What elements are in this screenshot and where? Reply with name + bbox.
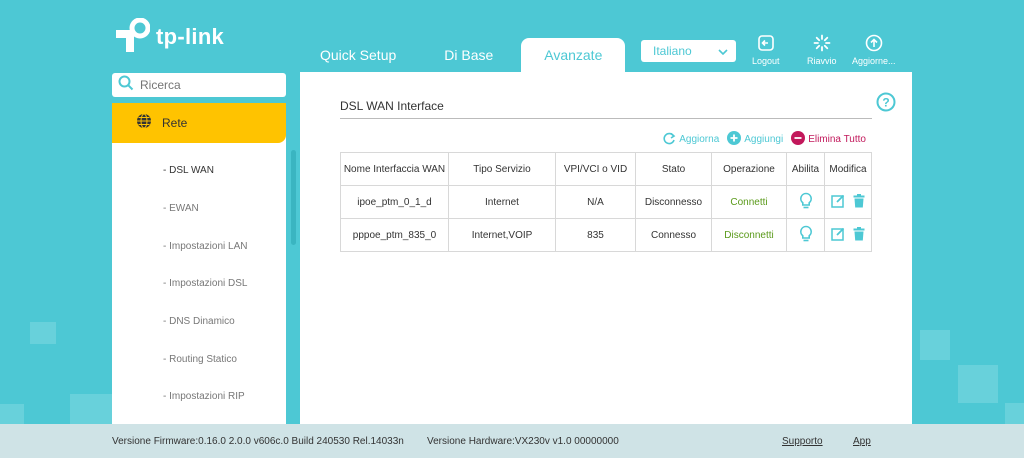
delete-all-button[interactable]: Elimina Tutto xyxy=(791,131,866,148)
enable-cell xyxy=(786,218,825,252)
page-title: DSL WAN Interface xyxy=(340,99,444,113)
minus-circle-icon xyxy=(791,131,808,148)
tp-link-logo-icon xyxy=(112,17,151,56)
modify-cell xyxy=(824,218,872,252)
column-header: Abilita xyxy=(786,152,825,186)
column-header: Operazione xyxy=(711,152,787,186)
lightbulb-icon[interactable] xyxy=(799,225,813,246)
add-label: Aggiungi xyxy=(744,134,784,145)
status: Disconnesso xyxy=(635,185,712,219)
status: Connesso xyxy=(635,218,712,252)
connect-link[interactable]: Connetti xyxy=(711,185,787,219)
sidebar-item-impostazioni-rip[interactable]: - Impostazioni RIP xyxy=(112,378,286,416)
hardware-version: Versione Hardware:VX230v v1.0 00000000 xyxy=(427,436,619,447)
plus-circle-icon xyxy=(727,131,744,148)
column-header: Modifica xyxy=(824,152,872,186)
reboot-icon xyxy=(813,34,831,56)
logout-label: Logout xyxy=(752,56,780,66)
modify-cell xyxy=(824,185,872,219)
reboot-button[interactable]: Riavvio xyxy=(807,34,837,66)
column-header: Nome Interfaccia WAN xyxy=(340,152,449,186)
globe-icon xyxy=(136,113,152,134)
help-icon[interactable]: ? xyxy=(876,92,896,117)
table-actions: Aggiorna Aggiungi Elimina Tutto xyxy=(655,131,866,148)
background-decoration xyxy=(70,394,112,424)
refresh-button[interactable]: Aggiorna xyxy=(663,132,719,148)
trash-icon[interactable] xyxy=(853,226,865,244)
update-label: Aggiorne... xyxy=(852,56,896,66)
background-decoration xyxy=(0,404,24,424)
sidebar: Rete - DSL WAN - EWAN - Impostazioni LAN… xyxy=(112,103,286,424)
service-type: Internet xyxy=(448,185,556,219)
interface-name: pppoe_ptm_835_0 xyxy=(340,218,449,252)
edit-icon[interactable] xyxy=(830,194,848,211)
main-tabs: Quick Setup Di Base Avanzate xyxy=(296,38,626,72)
upload-icon xyxy=(865,34,883,56)
edit-icon[interactable] xyxy=(830,227,848,244)
sidebar-item-dsl-wan[interactable]: - DSL WAN xyxy=(112,152,286,190)
vpi-vci-vid: 835 xyxy=(555,218,636,252)
background-decoration xyxy=(958,365,998,403)
language-select[interactable]: Italiano xyxy=(641,40,736,62)
enable-cell xyxy=(786,185,825,219)
search-box xyxy=(112,73,286,97)
support-link[interactable]: Supporto xyxy=(782,436,823,447)
service-type: Internet,VOIP xyxy=(448,218,556,252)
logout-icon xyxy=(757,34,775,56)
column-header: VPI/VCI o VID xyxy=(555,152,636,186)
add-button[interactable]: Aggiungi xyxy=(727,131,783,148)
disconnect-link[interactable]: Disconnetti xyxy=(711,218,787,252)
chevron-down-icon xyxy=(718,44,728,58)
sidebar-section-rete[interactable]: Rete xyxy=(112,103,286,143)
logo-text: tp-link xyxy=(156,24,225,49)
background-decoration xyxy=(920,330,950,360)
app-link[interactable]: App xyxy=(853,436,871,447)
firmware-version: Versione Firmware:0.16.0 2.0.0 v606c.0 B… xyxy=(112,436,404,447)
sidebar-scrollbar[interactable] xyxy=(291,150,296,245)
sidebar-section-label: Rete xyxy=(162,116,188,130)
column-header: Tipo Servizio xyxy=(448,152,556,186)
table-row: ipoe_ptm_0_1_d Internet N/A Disconnesso … xyxy=(340,185,872,219)
table-row: pppoe_ptm_835_0 Internet,VOIP 835 Connes… xyxy=(340,218,872,252)
main-panel: DSL WAN Interface ? Aggiorna Aggiungi El… xyxy=(300,72,912,424)
search-input[interactable] xyxy=(138,77,282,93)
footer: Versione Firmware:0.16.0 2.0.0 v606c.0 B… xyxy=(0,424,1024,458)
svg-text:?: ? xyxy=(882,96,889,110)
lightbulb-icon[interactable] xyxy=(799,192,813,213)
vpi-vci-vid: N/A xyxy=(555,185,636,219)
background-decoration xyxy=(30,322,56,344)
refresh-icon xyxy=(663,132,679,148)
background-decoration xyxy=(1005,403,1024,424)
interface-name: ipoe_ptm_0_1_d xyxy=(340,185,449,219)
sidebar-item-impostazioni-dsl[interactable]: - Impostazioni DSL xyxy=(112,265,286,303)
tab-quick-setup[interactable]: Quick Setup xyxy=(296,38,420,72)
tp-link-logo: tp-link xyxy=(112,17,225,56)
sidebar-item-ewan[interactable]: - EWAN xyxy=(112,190,286,228)
tab-avanzate[interactable]: Avanzate xyxy=(521,38,626,72)
sidebar-item-impostazioni-lan[interactable]: - Impostazioni LAN xyxy=(112,227,286,265)
title-divider xyxy=(340,118,872,119)
sidebar-item-dns-dinamico[interactable]: - DNS Dinamico xyxy=(112,303,286,341)
table-header-row: Nome Interfaccia WAN Tipo Servizio VPI/V… xyxy=(340,152,872,186)
wan-interface-table: Nome Interfaccia WAN Tipo Servizio VPI/V… xyxy=(340,152,872,252)
search-icon xyxy=(118,75,134,96)
refresh-label: Aggiorna xyxy=(679,134,720,145)
trash-icon[interactable] xyxy=(853,193,865,211)
column-header: Stato xyxy=(635,152,712,186)
sidebar-item-routing-statico[interactable]: - Routing Statico xyxy=(112,340,286,378)
tab-di-base[interactable]: Di Base xyxy=(420,38,517,72)
language-selected: Italiano xyxy=(653,44,692,58)
delete-all-label: Elimina Tutto xyxy=(808,134,866,145)
reboot-label: Riavvio xyxy=(807,56,837,66)
logout-button[interactable]: Logout xyxy=(752,34,780,66)
update-button[interactable]: Aggiorne... xyxy=(852,34,896,66)
